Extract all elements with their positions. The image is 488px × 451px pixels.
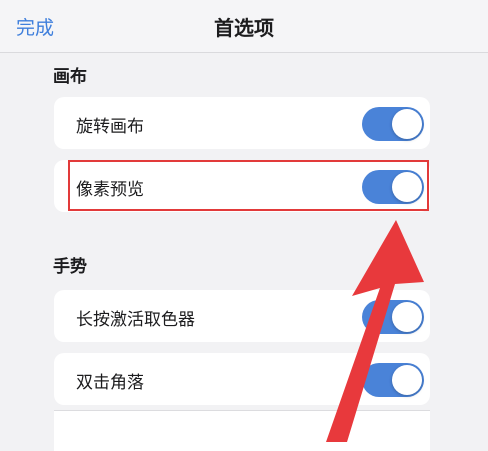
rotate-canvas-toggle[interactable]: [362, 107, 424, 141]
double-tap-corner-toggle[interactable]: [362, 363, 424, 397]
page-title: 首选项: [214, 16, 274, 40]
section-header-gestures: 手势: [53, 257, 87, 277]
settings-row-double-tap-corner[interactable]: 双击角落: [54, 353, 430, 405]
long-press-color-picker-toggle[interactable]: [362, 300, 424, 334]
pixel-preview-toggle[interactable]: [362, 170, 424, 204]
row-label: 旋转画布: [76, 117, 144, 137]
settings-row-pixel-preview[interactable]: 像素预览: [54, 160, 430, 212]
settings-row-partial[interactable]: [54, 410, 430, 451]
section-header-canvas: 画布: [53, 67, 87, 87]
row-label: 像素预览: [76, 180, 144, 200]
row-label: 长按激活取色器: [76, 310, 195, 330]
row-label: 双击角落: [76, 373, 144, 393]
settings-row-long-press-color-picker[interactable]: 长按激活取色器: [54, 290, 430, 342]
settings-row-rotate-canvas[interactable]: 旋转画布: [54, 97, 430, 149]
navigation-bar: 完成 首选项: [0, 0, 488, 53]
